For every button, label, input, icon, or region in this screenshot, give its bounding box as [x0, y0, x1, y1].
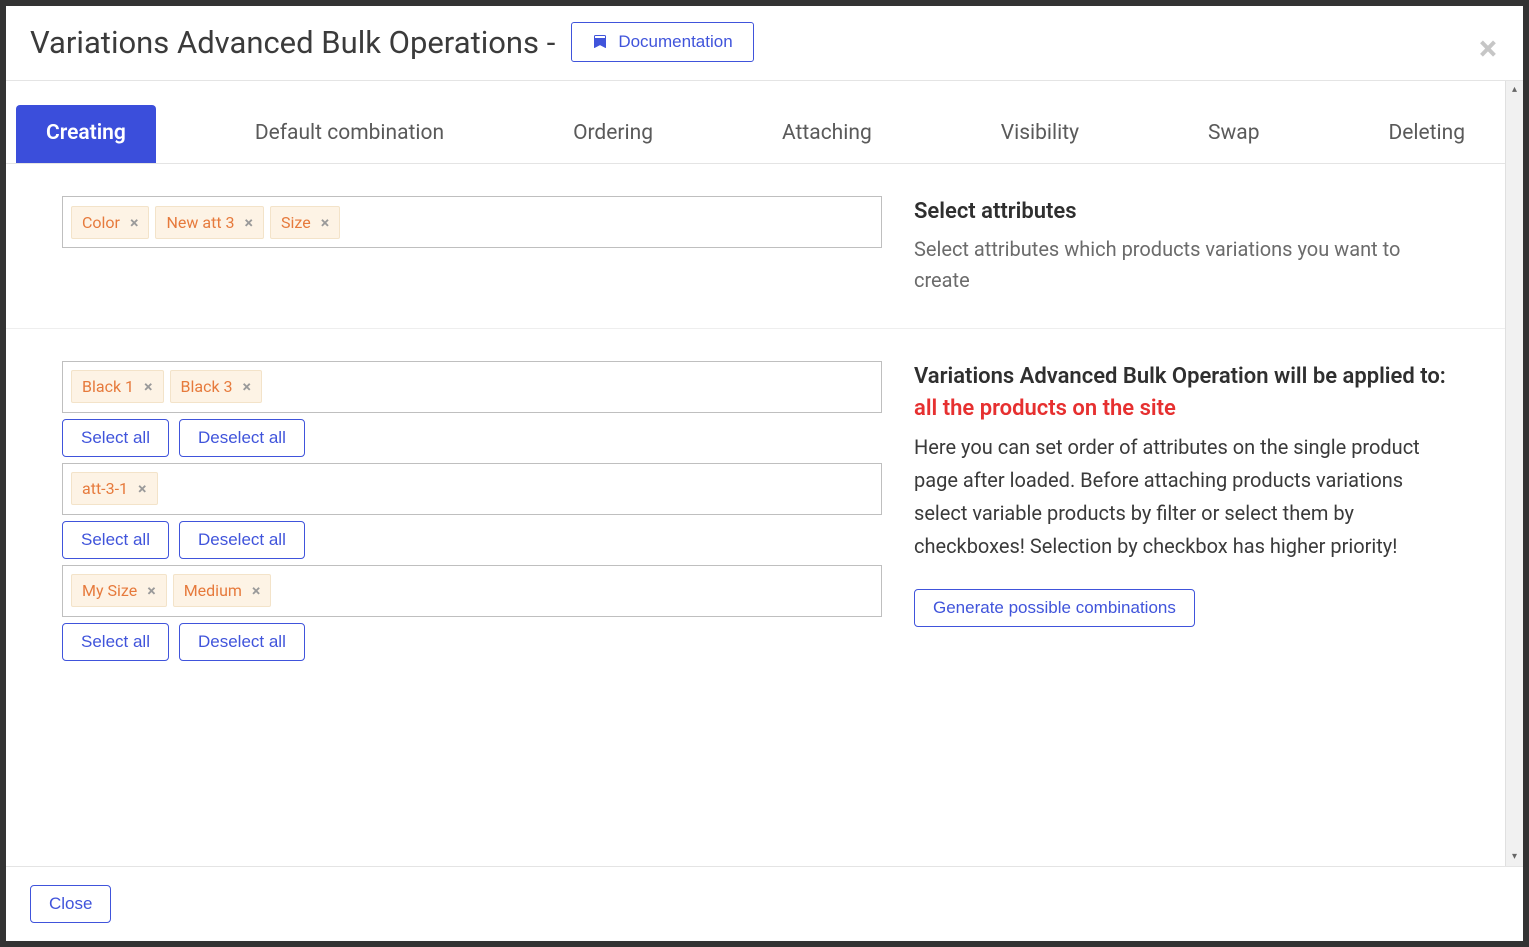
remove-icon[interactable]: × — [321, 213, 330, 232]
heading-highlight: all the products on the site — [914, 396, 1176, 421]
deselect-all-button[interactable]: Deselect all — [179, 623, 305, 661]
tab-ordering[interactable]: Ordering — [543, 105, 683, 163]
value-tag-input[interactable]: att-3-1 × — [62, 463, 882, 515]
generate-combinations-button[interactable]: Generate possible combinations — [914, 589, 1195, 627]
tab-default-combination[interactable]: Default combination — [225, 105, 474, 163]
remove-icon[interactable]: × — [130, 213, 139, 232]
value-tag-input[interactable]: Black 1 × Black 3 × — [62, 361, 882, 413]
tag-label: att-3-1 — [82, 479, 128, 498]
tag-label: Size — [281, 213, 311, 232]
button-row: Select all Deselect all — [62, 521, 882, 559]
value-tag-input[interactable]: My Size × Medium × — [62, 565, 882, 617]
tag-color[interactable]: Color × — [71, 206, 149, 239]
deselect-all-button[interactable]: Deselect all — [179, 419, 305, 457]
deselect-all-button[interactable]: Deselect all — [179, 521, 305, 559]
close-button[interactable]: Close — [30, 885, 111, 923]
select-all-button[interactable]: Select all — [62, 419, 169, 457]
tag-label: Color — [82, 213, 120, 232]
scroll-down-icon[interactable]: ▾ — [1506, 848, 1523, 866]
section-right: Variations Advanced Bulk Operation will … — [914, 361, 1449, 667]
remove-icon[interactable]: × — [144, 377, 153, 396]
remove-icon[interactable]: × — [138, 479, 147, 498]
remove-icon[interactable]: × — [252, 581, 261, 600]
modal-footer: Close — [6, 866, 1523, 941]
modal-body: Creating Default combination Ordering At… — [6, 81, 1505, 866]
tab-attaching[interactable]: Attaching — [752, 105, 902, 163]
button-row: Select all Deselect all — [62, 419, 882, 457]
modal-body-wrapper: Creating Default combination Ordering At… — [6, 81, 1523, 866]
tag-black-3[interactable]: Black 3 × — [170, 370, 263, 403]
tab-bar: Creating Default combination Ordering At… — [6, 81, 1505, 164]
remove-icon[interactable]: × — [243, 377, 252, 396]
section-left: Black 1 × Black 3 × Select all Deselect … — [62, 361, 882, 667]
section-right: Select attributes Select attributes whic… — [914, 196, 1449, 296]
remove-icon[interactable]: × — [147, 581, 156, 600]
documentation-button[interactable]: Documentation — [571, 22, 753, 62]
values-heading: Variations Advanced Bulk Operation will … — [914, 361, 1449, 425]
scrollbar[interactable]: ▴ ▾ — [1505, 81, 1523, 866]
generate-wrap: Generate possible combinations — [914, 589, 1449, 627]
close-icon[interactable]: × — [1479, 32, 1497, 66]
tag-label: Black 1 — [82, 377, 134, 396]
tab-deleting[interactable]: Deleting — [1358, 105, 1495, 163]
scroll-up-icon[interactable]: ▴ — [1506, 81, 1523, 99]
section-left: Color × New att 3 × Size × — [62, 196, 882, 296]
tag-black-1[interactable]: Black 1 × — [71, 370, 164, 403]
tag-medium[interactable]: Medium × — [173, 574, 272, 607]
attributes-heading: Select attributes — [914, 196, 1449, 228]
attr-group-0: Black 1 × Black 3 × Select all Deselect … — [62, 361, 882, 457]
tab-visibility[interactable]: Visibility — [971, 105, 1109, 163]
button-row: Select all Deselect all — [62, 623, 882, 661]
attr-group-1: att-3-1 × Select all Deselect all — [62, 463, 882, 559]
modal-dialog: Variations Advanced Bulk Operations - Do… — [6, 6, 1523, 941]
book-icon — [592, 34, 608, 50]
tag-label: Black 3 — [181, 377, 233, 396]
section-select-attributes: Color × New att 3 × Size × — [6, 164, 1505, 329]
tab-swap[interactable]: Swap — [1178, 105, 1289, 163]
tag-size[interactable]: Size × — [270, 206, 340, 239]
values-desc: Here you can set order of attributes on … — [914, 431, 1449, 563]
section-attribute-values: Black 1 × Black 3 × Select all Deselect … — [6, 329, 1505, 699]
heading-prefix: Variations Advanced Bulk Operation will … — [914, 364, 1446, 389]
modal-title: Variations Advanced Bulk Operations - — [30, 24, 555, 61]
attributes-desc: Select attributes which products variati… — [914, 234, 1449, 296]
attr-group-2: My Size × Medium × Select all Deselect a… — [62, 565, 882, 661]
select-all-button[interactable]: Select all — [62, 521, 169, 559]
modal-header: Variations Advanced Bulk Operations - Do… — [6, 6, 1523, 81]
tag-label: New att 3 — [166, 213, 234, 232]
tag-label: Medium — [184, 581, 242, 600]
attribute-tag-input[interactable]: Color × New att 3 × Size × — [62, 196, 882, 248]
tag-my-size[interactable]: My Size × — [71, 574, 167, 607]
select-all-button[interactable]: Select all — [62, 623, 169, 661]
tab-creating[interactable]: Creating — [16, 105, 156, 163]
tag-label: My Size — [82, 581, 137, 600]
remove-icon[interactable]: × — [245, 213, 254, 232]
tag-new-att-3[interactable]: New att 3 × — [155, 206, 264, 239]
documentation-label: Documentation — [618, 32, 732, 52]
tag-att-3-1[interactable]: att-3-1 × — [71, 472, 158, 505]
